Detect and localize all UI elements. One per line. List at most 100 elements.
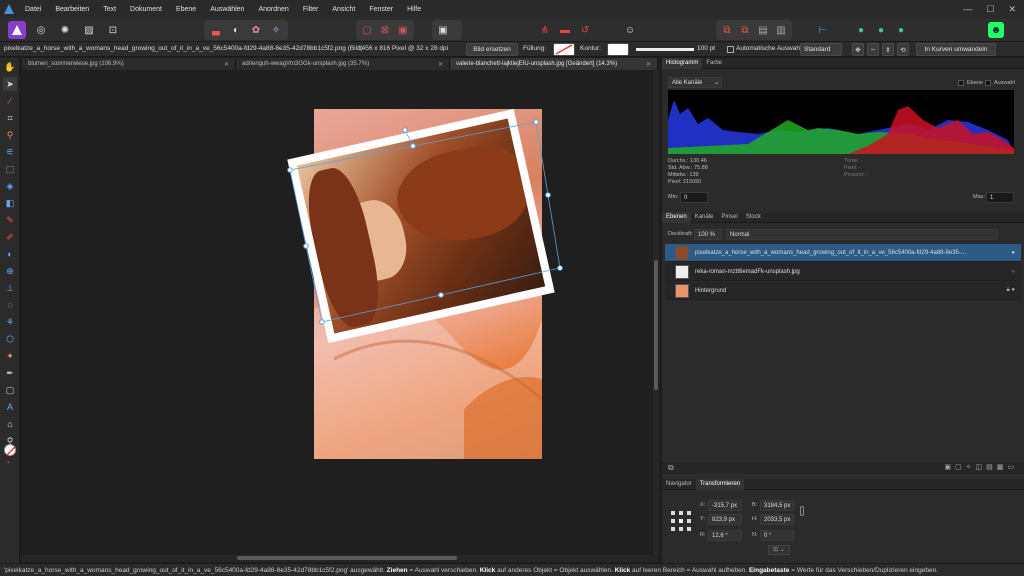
visibility-icon[interactable]: ● [1011,250,1021,256]
canvas-area[interactable] [22,70,658,555]
convert-to-curves-button[interactable]: In Kurven umwandeln [916,43,996,56]
tab-farbe[interactable]: Farbe [702,58,726,69]
export-persona-icon[interactable]: ⊡ [104,21,122,39]
close-tab-icon[interactable]: ✕ [224,61,229,68]
tab-stock[interactable]: Stock [742,212,765,223]
mode-select[interactable]: Standard [800,43,842,56]
menu-datei[interactable]: Datei [18,6,48,13]
liquify-persona-icon[interactable]: ◎ [32,21,50,39]
menu-ansicht[interactable]: Ansicht [325,6,362,13]
menu-bearbeiten[interactable]: Bearbeiten [48,6,96,13]
close-tab-icon[interactable]: ✕ [646,61,651,68]
rotation-field[interactable]: 12,6 ° [708,530,742,541]
pen-tool-icon[interactable]: ✒ [3,366,17,380]
tone-mapping-persona-icon[interactable]: ▨ [80,21,98,39]
horizontal-scrollbar[interactable] [22,555,658,562]
layer-row[interactable]: Hintergrund 🔒︎ ● [665,282,1021,300]
menu-anordnen[interactable]: Anordnen [251,6,295,13]
color-icon[interactable]: ✿ [247,21,265,39]
photo-persona-icon[interactable] [8,21,26,39]
selection-brush-tool-icon[interactable]: ⚲ [3,128,17,142]
share-icon[interactable]: ● [852,21,870,39]
red-eye-tool-icon[interactable]: ✦ [3,349,17,363]
selection-new-icon[interactable]: ▢ [358,21,376,39]
fill-swatch[interactable] [553,43,575,56]
history-icon[interactable]: ↺ [576,21,594,39]
transform-options-button[interactable]: ⊡ ⌄ [768,545,790,555]
blemish-tool-icon[interactable]: ◌ [3,298,17,312]
marquee-tool-icon[interactable]: ⬚ [3,162,17,176]
y-field[interactable]: 823,9 px [708,514,742,525]
auto-adjust-icon[interactable]: ✧ [267,21,285,39]
snapping-icon[interactable]: ⋔ [536,21,554,39]
menu-dokument[interactable]: Dokument [123,6,169,13]
view-tool-icon[interactable]: ⌂ [3,417,17,431]
clone-tool-icon[interactable]: ⊕ [3,264,17,278]
arrange-front-icon[interactable]: ▤ [754,21,772,39]
arrange-forward-icon[interactable]: ⧉ [736,21,754,39]
settings-icon[interactable]: ● [892,21,910,39]
dodge-tool-icon[interactable]: ◐ [3,247,17,261]
flood-fill-tool-icon[interactable]: ◈ [3,179,17,193]
align-icon[interactable]: ⊢ [814,21,832,39]
layer-options-icon[interactable]: ⧉ [668,463,674,473]
selection-checkbox[interactable] [985,80,991,86]
layer-checkbox[interactable] [958,80,964,86]
comment-icon[interactable]: ☺ [621,21,639,39]
crop-tool-icon[interactable]: ⌗ [3,111,17,125]
flood-select-tool-icon[interactable]: ⚟ [3,145,17,159]
close-button[interactable]: ✕ [1008,4,1016,15]
blend-mode-select[interactable]: Normal [726,229,998,240]
tab-adrienguh[interactable]: adrienguh-wwagVtn3GGk-unsplash.jpg (35.7… [236,58,450,70]
swap-colors-icon[interactable]: ⌄ [6,458,14,465]
arrange-top-icon[interactable]: ▥ [772,21,790,39]
auto-select-checkbox[interactable] [727,46,734,53]
tab-ebenen[interactable]: Ebenen [662,211,691,223]
replace-image-button[interactable]: Bild ersetzen [466,43,518,56]
text-tool-icon[interactable]: A [3,400,17,414]
user-account-icon[interactable]: ☻ [988,22,1004,38]
rotate-icon[interactable]: ⟲ [897,43,909,56]
tab-histogram[interactable]: Histogramm [662,57,703,69]
menu-auswaehlen[interactable]: Auswählen [203,6,251,13]
maximize-button[interactable]: ☐ [986,4,994,15]
transform-origin-icon[interactable]: ✥ [852,43,864,56]
paint-brush-tool-icon[interactable]: ✎ [3,213,17,227]
develop-persona-icon[interactable]: ✺ [56,21,74,39]
tab-pinsel[interactable]: Pinsel [717,212,741,223]
flip-horizontal-icon[interactable]: ⇔ [867,43,879,56]
width-field[interactable]: 3184,5 px [760,500,794,511]
opacity-field[interactable]: 100 % [694,229,722,240]
anchor-point-selector[interactable] [670,510,692,532]
link-dimensions-icon[interactable] [800,506,804,516]
selection-add-icon[interactable]: ⊠ [376,21,394,39]
close-tab-icon[interactable]: ✕ [438,61,443,68]
stamp-tool-icon[interactable]: ⊥ [3,281,17,295]
x-field[interactable]: -315,7 px [708,500,742,511]
stroke-width-slider[interactable] [636,48,694,51]
tab-transformieren[interactable]: Transformieren [695,478,745,490]
selection-subtract-icon[interactable]: ▣ [394,21,412,39]
tab-navigator[interactable]: Navigator [662,479,696,490]
max-field[interactable]: 1 [986,192,1014,203]
shear-field[interactable]: 0 ° [760,530,794,541]
menu-fenster[interactable]: Fenster [362,6,400,13]
link-icon[interactable]: ● [872,21,890,39]
selection-bounding-box[interactable] [22,70,658,555]
channel-select[interactable]: Alle Kanäle ⌄ [668,77,722,88]
vertical-scroll-thumb[interactable] [654,260,658,390]
erase-tool-icon[interactable]: ✐ [3,230,17,244]
vertical-scrollbar[interactable] [653,70,659,555]
sharpen-tool-icon[interactable]: ⬡ [3,332,17,346]
menu-hilfe[interactable]: Hilfe [400,6,428,13]
move-tool-icon[interactable]: ➤ [3,77,17,91]
gradient-tool-icon[interactable]: ◧ [3,196,17,210]
smudge-tool-icon[interactable]: ⚘ [3,315,17,329]
tab-blumen[interactable]: blumen_sommerwiese.jpg (106.9%) ✕ [22,58,236,70]
white-balance-icon[interactable]: ◐ [227,21,245,39]
min-field[interactable]: 0 [680,192,708,203]
layer-row[interactable]: pixelkatze_a_horse_with_a_womans_head_gr… [665,244,1021,262]
menu-text[interactable]: Text [96,6,123,13]
color-picker-tool-icon[interactable]: ⁄ [3,94,17,108]
tab-kanaele[interactable]: Kanäle [691,212,718,223]
